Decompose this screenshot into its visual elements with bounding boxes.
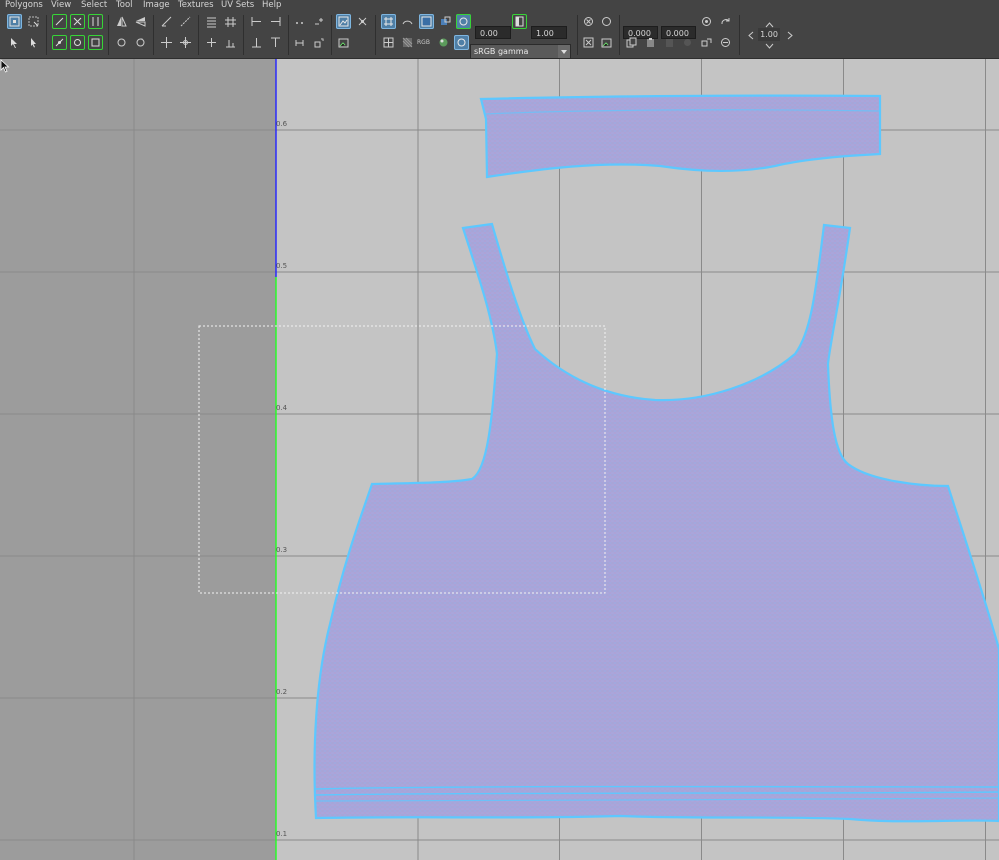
grid-display-icon[interactable] (381, 35, 396, 50)
chevron-down-icon (558, 45, 570, 58)
align-right-icon[interactable] (268, 14, 283, 29)
align-top-icon[interactable] (268, 35, 283, 50)
checker-map-icon[interactable] (456, 14, 471, 29)
sew-uv-icon[interactable] (88, 14, 103, 29)
snapshot-icon[interactable] (599, 35, 614, 50)
color-space-value: sRGB gamma (474, 47, 529, 56)
flip-v-icon[interactable] (133, 14, 148, 29)
uv-selection-mode-icon[interactable] (7, 14, 22, 29)
align-left-icon[interactable] (249, 14, 264, 29)
outside-uv-region (0, 59, 276, 860)
gamma-field[interactable]: 1.00 (531, 26, 567, 39)
chevron-down-icon[interactable] (762, 39, 777, 54)
menu-view[interactable]: View (51, 0, 71, 11)
normalize-icon[interactable] (311, 35, 326, 50)
chevron-left-icon[interactable] (744, 28, 759, 43)
menu-uv-sets[interactable]: UV Sets (221, 0, 254, 11)
straighten-icon[interactable] (159, 14, 174, 29)
grid-uv-icon[interactable] (204, 14, 219, 29)
menu-bar: Polygons View Select Tool Image Textures… (0, 0, 999, 11)
v-tick-0.4: 0.4 (276, 404, 288, 412)
layout-icon[interactable] (70, 35, 85, 50)
snap-grid-icon[interactable] (223, 14, 238, 29)
v-tick-0.5: 0.5 (276, 262, 288, 270)
copy-uvs-icon[interactable] (624, 35, 639, 50)
distribute-icon[interactable] (223, 35, 238, 50)
unfold-icon[interactable] (52, 35, 67, 50)
paste-v-icon[interactable] (680, 35, 695, 50)
uv-editor-viewport[interactable]: 0.6 0.5 0.4 0.3 0.2 0.1 (0, 59, 999, 860)
distortion-icon[interactable] (438, 14, 453, 29)
gamma-toggle-icon[interactable] (512, 14, 527, 29)
paste-uvs-icon[interactable] (643, 35, 658, 50)
move-uv-icon[interactable] (159, 35, 174, 50)
mouse-cursor-icon (0, 59, 10, 73)
menu-select[interactable]: Select (81, 0, 107, 11)
rotate-cw-icon[interactable] (133, 35, 148, 50)
dim-image-icon[interactable] (400, 35, 415, 50)
texture-borders-icon[interactable] (419, 14, 434, 29)
rgb-channels-icon[interactable]: RGB (417, 35, 432, 50)
v-tick-0.3: 0.3 (276, 546, 288, 554)
display-image-icon[interactable] (336, 14, 351, 29)
relative-transform-icon[interactable] (718, 14, 733, 29)
v-tick-0.6: 0.6 (276, 120, 288, 128)
menu-image[interactable]: Image (143, 0, 170, 11)
select-tool-icon[interactable] (7, 35, 22, 50)
uv-shell-mode-icon[interactable] (26, 14, 41, 29)
wireframe-toggle-icon[interactable] (381, 14, 396, 29)
optimize-icon[interactable] (88, 35, 103, 50)
cut-uv-icon[interactable] (70, 14, 85, 29)
smudge-icon[interactable] (178, 14, 193, 29)
align-icon[interactable] (204, 35, 219, 50)
view-transform-icon[interactable] (454, 35, 469, 50)
stack-icon[interactable] (311, 14, 326, 29)
menu-textures[interactable]: Textures (178, 0, 214, 11)
uv-lattice-icon[interactable] (581, 35, 596, 50)
cycle-uv-icon[interactable] (699, 35, 714, 50)
align-bottom-icon[interactable] (249, 35, 264, 50)
shaded-uv-icon[interactable] (400, 14, 415, 29)
isolate-select-icon[interactable] (355, 14, 370, 29)
exposure-field[interactable]: 0.00 (475, 26, 511, 39)
paste-u-icon[interactable] (662, 35, 677, 50)
uv-editor-toolbar: 0.00 1.00 RGB sRGB gamma 0.000 0.000 1.0… (0, 11, 999, 59)
color-management-icon[interactable] (436, 35, 451, 50)
refresh-uv-icon[interactable] (699, 14, 714, 29)
image-settings-icon[interactable] (336, 35, 351, 50)
tweak-tool-icon[interactable] (26, 35, 41, 50)
rotate-ccw-icon[interactable] (114, 35, 129, 50)
color-space-dropdown[interactable]: sRGB gamma (470, 44, 571, 59)
pin-uv-icon[interactable] (599, 14, 614, 29)
chevron-right-icon[interactable] (782, 28, 797, 43)
menu-polygons[interactable]: Polygons (5, 0, 43, 11)
gather-icon[interactable] (292, 14, 307, 29)
toggle-manipulator-icon[interactable] (581, 14, 596, 29)
v-tick-0.2: 0.2 (276, 688, 288, 696)
menu-help[interactable]: Help (262, 0, 281, 11)
edge-bracket-icon[interactable] (52, 14, 67, 29)
spread-icon[interactable] (292, 35, 307, 50)
uv-canvas[interactable] (0, 59, 999, 860)
uv-set-editor-icon[interactable] (718, 35, 733, 50)
v-tick-0.1: 0.1 (276, 830, 288, 838)
menu-tool[interactable]: Tool (116, 0, 133, 11)
move-shell-icon[interactable] (178, 35, 193, 50)
flip-u-icon[interactable] (114, 14, 129, 29)
